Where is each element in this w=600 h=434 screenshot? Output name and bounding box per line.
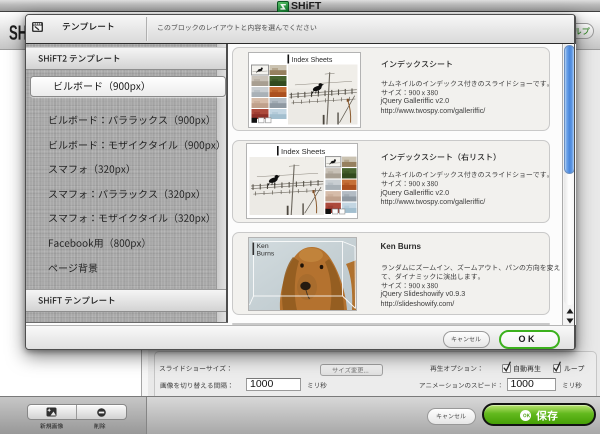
svg-text:Index Sheets: Index Sheets: [281, 147, 326, 156]
svg-text:Index Sheets: Index Sheets: [291, 57, 332, 64]
svg-text:Ken: Ken: [256, 243, 268, 250]
svg-text:Burns: Burns: [256, 250, 274, 257]
